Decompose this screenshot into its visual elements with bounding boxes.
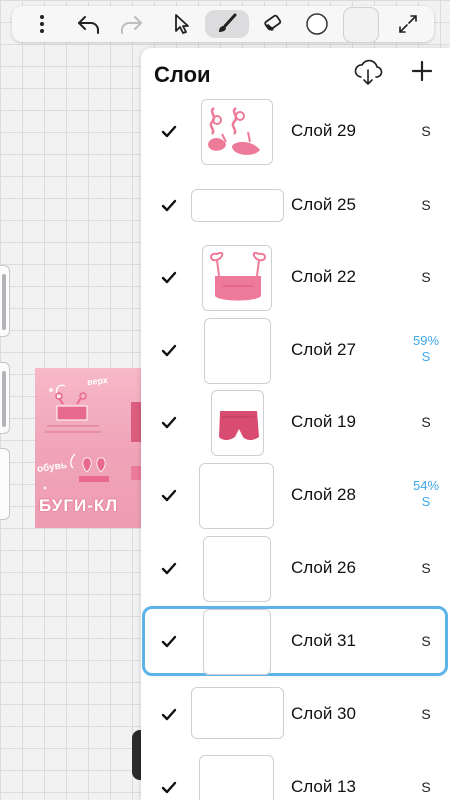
layer-thumbnail <box>203 609 271 675</box>
plus-icon[interactable] <box>409 58 435 84</box>
layer-name: Слой 25 <box>291 195 356 214</box>
cloud-download-icon[interactable] <box>353 57 383 87</box>
blend-mode[interactable]: S <box>403 706 449 722</box>
layer-thumbnail <box>204 318 271 384</box>
layer-row[interactable]: Слой 28 54% S <box>141 460 450 532</box>
check-icon[interactable] <box>161 415 177 431</box>
blend-mode[interactable]: S <box>403 779 449 795</box>
layer-name: Слой 29 <box>291 121 356 140</box>
blend-mode[interactable]: 59% S <box>403 333 449 365</box>
blend-mode[interactable]: S <box>403 269 449 285</box>
opacity-slider[interactable] <box>0 362 10 434</box>
brush-icon[interactable] <box>205 10 249 38</box>
layer-blend: S <box>421 494 431 509</box>
check-icon[interactable] <box>161 343 177 359</box>
blend-mode[interactable]: S <box>403 123 449 139</box>
layer-name: Слой 31 <box>291 631 356 650</box>
layer-thumbnail <box>191 687 284 739</box>
check-icon[interactable] <box>161 488 177 504</box>
expand-arrows-icon[interactable] <box>394 6 422 42</box>
check-icon[interactable] <box>161 198 177 214</box>
layer-row[interactable]: Слой 25 S <box>141 170 450 242</box>
modify-button[interactable] <box>0 448 10 520</box>
layer-thumbnail <box>202 245 272 311</box>
layer-row[interactable]: Слой 30 S <box>141 679 450 751</box>
blend-mode[interactable]: S <box>403 560 449 576</box>
check-icon[interactable] <box>161 780 177 796</box>
layer-row[interactable]: Слой 29 S <box>141 96 450 168</box>
layers-panel: Слои Слой 29 S Слой 25 S Слой 22 S Слой … <box>141 48 450 800</box>
layer-thumbnail <box>201 99 273 165</box>
layer-name: Слой 19 <box>291 412 356 431</box>
layer-row[interactable]: Слой 19 S <box>141 387 450 459</box>
slider-handle[interactable] <box>2 371 6 427</box>
layer-row[interactable]: Слой 26 S <box>141 533 450 605</box>
cursor-arrow-icon[interactable] <box>170 6 194 42</box>
layer-name: Слой 28 <box>291 485 356 504</box>
undo-icon[interactable] <box>74 6 104 42</box>
layer-row-selected[interactable]: Слой 31 S <box>141 606 450 678</box>
layer-thumbnail <box>199 755 274 800</box>
check-icon[interactable] <box>161 634 177 650</box>
layer-blend: S <box>421 349 431 364</box>
eraser-icon[interactable] <box>258 6 288 42</box>
layer-name: Слой 13 <box>291 777 356 796</box>
layer-name: Слой 26 <box>291 558 356 577</box>
layer-row[interactable]: Слой 22 S <box>141 242 450 314</box>
layer-name: Слой 30 <box>291 704 356 723</box>
redo-icon[interactable] <box>116 6 146 42</box>
art-logo-text: БУГИ-КЛ <box>39 496 119 515</box>
canvas-artwork[interactable]: верх обувь БУГИ-КЛ <box>35 368 150 528</box>
layer-row[interactable]: Слой 27 59% S <box>141 315 450 387</box>
layer-thumbnail <box>191 189 284 222</box>
brush-size-slider[interactable] <box>0 265 10 337</box>
blend-mode[interactable]: S <box>403 414 449 430</box>
blend-mode[interactable]: S <box>403 633 449 649</box>
more-vertical-icon[interactable] <box>30 6 54 42</box>
panel-title: Слои <box>154 62 211 87</box>
layer-thumbnail <box>203 536 271 602</box>
layer-name: Слой 27 <box>291 340 356 359</box>
layer-row[interactable]: Слой 13 S <box>141 752 450 800</box>
layer-name: Слой 22 <box>291 267 356 286</box>
color-swatch[interactable] <box>343 7 379 43</box>
layer-opacity: 54% <box>412 478 440 493</box>
top-toolbar <box>12 6 434 43</box>
slider-handle[interactable] <box>2 274 6 330</box>
check-icon[interactable] <box>161 707 177 723</box>
layer-thumbnail <box>199 463 274 529</box>
layer-thumbnail <box>211 390 264 456</box>
blend-mode[interactable]: 54% S <box>403 478 449 510</box>
check-icon[interactable] <box>161 561 177 577</box>
check-icon[interactable] <box>161 270 177 286</box>
check-icon[interactable] <box>161 124 177 140</box>
blend-mode[interactable]: S <box>403 197 449 213</box>
color-circle-icon[interactable] <box>302 6 332 42</box>
layer-opacity: 59% <box>412 333 440 348</box>
